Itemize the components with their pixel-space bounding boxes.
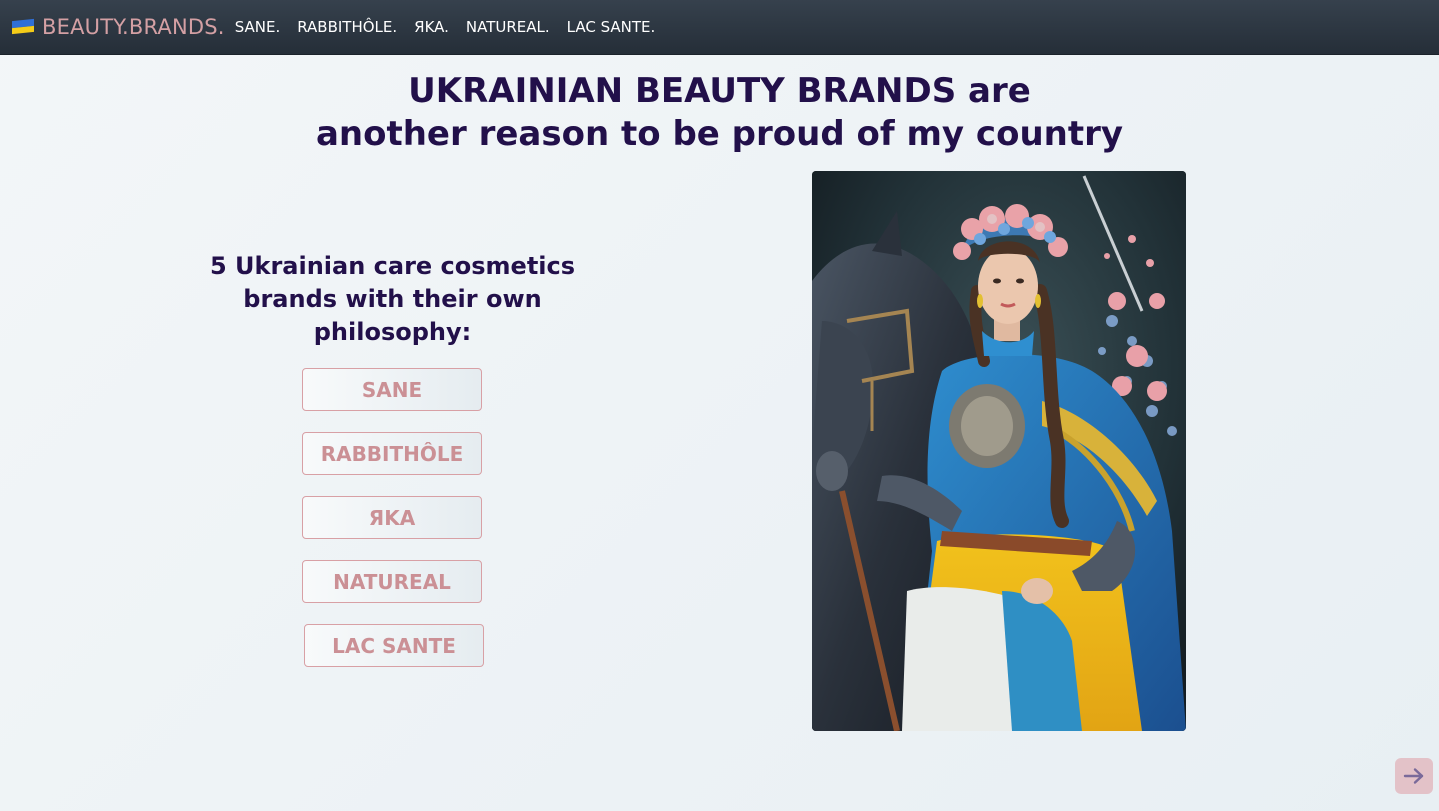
next-slide-button[interactable] — [1395, 758, 1433, 794]
brand-button-sane[interactable]: SANE — [302, 368, 482, 411]
page-title: UKRAINIAN BEAUTY BRANDS are another reas… — [0, 70, 1439, 156]
top-navbar: BEAUTY.BRANDS. SANE. RABBITHÔLE. ЯKA. NA… — [0, 0, 1439, 55]
brands-intro-text: 5 Ukrainian care cosmetics brands with t… — [209, 252, 576, 346]
page-title-line-1: UKRAINIAN BEAUTY BRANDS are — [408, 71, 1031, 111]
brand-button-natureal[interactable]: NATUREAL — [302, 560, 482, 603]
arrow-right-icon — [1403, 768, 1424, 784]
brand-button-lac-sante[interactable]: LAC SANTE — [304, 624, 484, 667]
ukraine-flag-icon — [12, 18, 34, 34]
nav-link-rabbithole[interactable]: RABBITHÔLE. — [297, 18, 397, 36]
portrait-image — [812, 171, 1186, 731]
nav-link-lac-sante[interactable]: LAC SANTE. — [567, 18, 656, 36]
page-title-line-2: another reason to be proud of my country — [315, 114, 1124, 154]
nav-link-yaka[interactable]: ЯKA. — [414, 18, 449, 36]
brand-button-rabbithole[interactable]: RABBITHÔLE — [302, 432, 482, 475]
brand-logo[interactable]: BEAUTY.BRANDS. — [42, 15, 225, 39]
brand-button-yaka[interactable]: ЯKA — [302, 496, 482, 539]
nav-link-sane[interactable]: SANE. — [235, 18, 281, 36]
nav-link-natureal[interactable]: NATUREAL. — [466, 18, 550, 36]
